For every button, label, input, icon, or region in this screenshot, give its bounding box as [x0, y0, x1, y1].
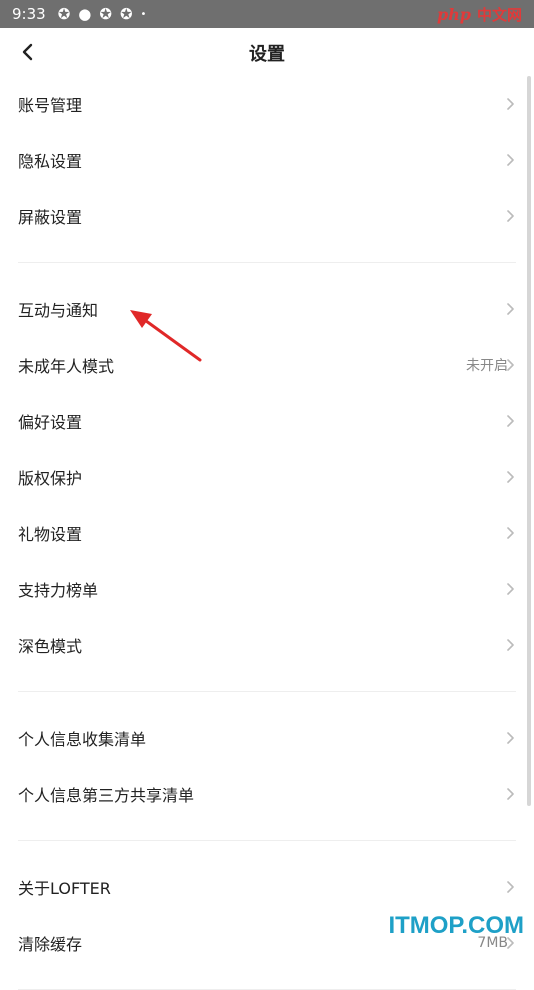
settings-row[interactable]: 互动与通知 — [0, 281, 534, 337]
settings-row[interactable]: 深色模式 — [0, 617, 534, 673]
chevron-right-icon — [507, 583, 514, 595]
chevron-right-icon — [507, 527, 514, 539]
settings-row[interactable]: 礼物设置 — [0, 505, 534, 561]
settings-row-label: 深色模式 — [18, 637, 83, 656]
settings-row-label: 偏好设置 — [18, 413, 83, 432]
chevron-right-icon — [507, 639, 514, 651]
settings-row[interactable]: 支持力榜单 — [0, 561, 534, 617]
section-divider — [18, 971, 516, 990]
settings-row[interactable]: 偏好设置 — [0, 393, 534, 449]
status-right: php 中文网 — [437, 4, 522, 25]
status-dot: • — [140, 8, 147, 20]
settings-row-label: 关于LOFTER — [18, 879, 111, 898]
chevron-right-icon — [507, 881, 514, 893]
notification-icon-2: ● — [78, 5, 92, 23]
settings-row-label: 屏蔽设置 — [18, 208, 83, 227]
settings-row-value: 未开启 — [466, 358, 508, 374]
settings-row-label: 账号管理 — [18, 96, 83, 115]
settings-list: 账号管理隐私设置屏蔽设置互动与通知未成年人模式 未开启偏好设置版权保护礼物设置支持… — [0, 76, 534, 990]
section-divider — [18, 822, 516, 841]
annotation-arrow — [130, 310, 202, 362]
settings-row-label: 清除缓存 — [18, 935, 83, 954]
settings-row-label: 礼物设置 — [18, 525, 83, 544]
chevron-right-icon — [507, 303, 514, 315]
notification-icon-4: ✪ — [119, 5, 133, 23]
status-bar: 9:33 ✪ ● ✪ ✪ • php 中文网 — [0, 0, 534, 28]
section-divider — [18, 244, 516, 263]
chevron-right-icon — [507, 154, 514, 166]
watermark-cn: 中文网 — [476, 5, 522, 24]
chevron-right-icon — [507, 732, 514, 744]
section-divider — [18, 673, 516, 692]
chevron-right-icon — [507, 471, 514, 483]
chevron-right-icon — [507, 210, 514, 222]
settings-row-label: 个人信息第三方共享清单 — [18, 786, 195, 805]
settings-row-label: 隐私设置 — [18, 152, 83, 171]
chevron-right-icon — [507, 98, 514, 110]
settings-row-label: 版权保护 — [18, 469, 83, 488]
chevron-right-icon — [507, 415, 514, 427]
settings-row[interactable]: 版权保护 — [0, 449, 534, 505]
settings-row-label: 未成年人模式 — [18, 357, 115, 376]
chevron-right-icon — [507, 788, 514, 800]
page-title: 设置 — [249, 44, 285, 65]
settings-row[interactable]: 未成年人模式 未开启 — [0, 337, 534, 393]
settings-row[interactable]: 账号管理 — [0, 76, 534, 132]
settings-row-label: 支持力榜单 — [18, 581, 99, 600]
watermark-itmop: ITMOP.COM — [388, 912, 524, 939]
settings-row[interactable]: 屏蔽设置 — [0, 188, 534, 244]
settings-row-label: 个人信息收集清单 — [18, 730, 147, 749]
settings-row-label: 互动与通知 — [18, 301, 99, 320]
settings-row[interactable]: 个人信息第三方共享清单 — [0, 766, 534, 822]
chevron-right-icon — [507, 359, 514, 371]
header: 设置 — [0, 28, 534, 76]
settings-row[interactable]: 隐私设置 — [0, 132, 534, 188]
watermark-php: php — [436, 4, 471, 24]
notification-icon-1: ✪ — [57, 5, 71, 23]
notification-icon-3: ✪ — [99, 5, 112, 23]
status-time: 9:33 — [12, 5, 46, 23]
settings-row[interactable]: 关于LOFTER — [0, 859, 534, 915]
settings-row[interactable]: 个人信息收集清单 — [0, 710, 534, 766]
